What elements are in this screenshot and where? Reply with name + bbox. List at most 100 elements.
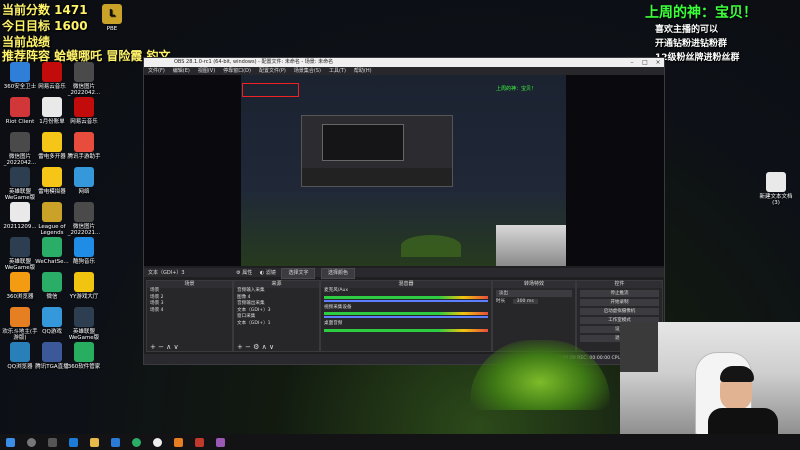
taskview-icon[interactable] — [48, 437, 57, 447]
document-icon — [10, 202, 30, 222]
transition-duration[interactable]: 时长 300 ms — [493, 299, 575, 306]
store-icon[interactable] — [111, 437, 120, 447]
maximize-icon[interactable]: □ — [639, 58, 651, 67]
folder-icon[interactable] — [90, 437, 99, 447]
nested-obs-window — [301, 115, 453, 187]
source-item[interactable]: 文本（GDI+）1 — [234, 321, 319, 328]
wechat-icon — [42, 272, 62, 292]
menu-profile[interactable]: 配置文件(P) — [259, 67, 286, 75]
desktop-icon[interactable]: 微信图片_2022021... — [64, 202, 104, 236]
music-icon[interactable] — [216, 437, 225, 447]
fan-line-2: 开通钻粉进钻粉群 — [655, 39, 728, 49]
desktop-icon-label: 网络 — [78, 189, 90, 195]
lol-icon — [10, 167, 30, 187]
thunder-icon — [42, 167, 62, 187]
monitor-edge — [620, 322, 658, 372]
qq-icon — [42, 307, 62, 327]
properties-button[interactable]: 属性 — [242, 270, 252, 276]
preview-canvas: 上周的神：宝贝！ — [241, 75, 566, 266]
game-icon — [74, 132, 94, 152]
menu-edit[interactable]: 编辑(E) — [173, 67, 190, 75]
desktop-icon[interactable]: 新建文本文档(3) — [756, 172, 796, 206]
desktop-icon-label: 英雄联盟WeGame版 — [68, 329, 100, 341]
scene-toolbar[interactable]: + − ∧ ∨ — [147, 343, 179, 351]
document-icon — [42, 97, 62, 117]
desktop-icon-label: Riot Client — [5, 119, 35, 125]
desktop-icon[interactable]: 网络 — [64, 167, 104, 195]
obs-preview[interactable]: 上周的神：宝贝！ — [144, 75, 664, 266]
audio-mixer-dock: 混音器 麦克风/Aux 视频采集设备 桌面音频 — [320, 280, 492, 352]
select-color-button[interactable]: 选择颜色 — [321, 268, 356, 279]
obs-icon[interactable] — [153, 437, 162, 447]
desktop-icon-label: 雷电模拟器 — [38, 189, 66, 195]
filter-icon[interactable]: ◐ — [260, 270, 264, 276]
edge-icon[interactable] — [69, 437, 78, 447]
desktop-icon-pbe[interactable]: L PBE — [92, 4, 132, 32]
context-source-name: 文本（GDI+）3 — [148, 270, 185, 276]
nested-docks — [302, 168, 452, 186]
transition-select[interactable]: 淡出 — [496, 290, 572, 297]
volume-meter — [324, 328, 488, 332]
menu-docks[interactable]: 停靠窗口(D) — [223, 67, 251, 75]
cards-icon — [10, 307, 30, 327]
desktop-icon[interactable]: 英雄联盟WeGame版 — [64, 307, 104, 341]
nested-god-title: 上周的神：宝贝！ — [496, 86, 537, 92]
obs-window[interactable]: OBS 28.1.0-rc1 (64-bit, windows) - 配置文件:… — [143, 57, 665, 365]
lol-icon — [10, 237, 30, 257]
mixer-channel-name: 麦克风/Aux — [324, 288, 349, 293]
duration-value[interactable]: 300 ms — [512, 299, 538, 304]
riot-icon — [10, 97, 30, 117]
stop-streaming-button[interactable]: 停止推流 — [580, 290, 659, 297]
filters-button[interactable]: 滤镜 — [266, 270, 276, 276]
sources-dock: 来源 音频输入采集 图像 4 音频输出采集 文本（GDI+）3 窗口采集 文本（… — [233, 280, 320, 352]
obs-menubar: 文件(F) 编辑(E) 视图(V) 停靠窗口(D) 配置文件(P) 场景集合(S… — [144, 67, 664, 75]
scene-item[interactable]: 场景 4 — [147, 308, 232, 315]
game-icon[interactable] — [174, 437, 183, 447]
desktop-icon-label: 腾讯手游助手 — [67, 154, 101, 160]
ppt-icon[interactable] — [195, 437, 204, 447]
wechat-icon[interactable] — [132, 437, 141, 447]
desktop-icon-label: YY游戏大厅 — [69, 294, 99, 300]
desktop-icon[interactable]: 网易云音乐 — [64, 97, 104, 125]
score-text: 当前分数 1471 — [2, 3, 88, 17]
menu-tools[interactable]: 工具(T) — [329, 67, 346, 75]
desktop-icon-label: 微信 — [46, 294, 58, 300]
desktop-icon-label: 360软件管家 — [67, 364, 101, 370]
search-icon[interactable] — [27, 437, 36, 447]
menu-help[interactable]: 帮助(H) — [354, 67, 372, 75]
desktop-icon[interactable]: 微信图片_2022042... — [64, 62, 104, 96]
volume-meter — [324, 312, 488, 315]
desktop-icon-label: 网易云音乐 — [70, 119, 98, 125]
menu-scene-collection[interactable]: 场景集合(S) — [294, 67, 321, 75]
desktop-icon-label: 1月份账单 — [39, 119, 65, 125]
controls-dock-title: 控件 — [577, 281, 662, 288]
sources-dock-title: 来源 — [234, 281, 319, 288]
nested-desktop-icons — [243, 77, 298, 227]
menu-file[interactable]: 文件(F) — [148, 67, 165, 75]
desktop-icon[interactable]: 酷狗音乐 — [64, 237, 104, 265]
desktop-icon[interactable]: 腾讯手游助手 — [64, 132, 104, 160]
desktop-icon-label: 雷电多开器 — [38, 154, 66, 160]
software-icon — [74, 342, 94, 362]
duration-label: 时长 — [496, 299, 506, 304]
minimize-icon[interactable]: – — [626, 58, 638, 67]
gear-icon[interactable]: ⚙ — [236, 270, 240, 276]
volume-slider[interactable] — [324, 299, 488, 302]
music-icon — [74, 97, 94, 117]
select-text-button[interactable]: 选择文字 — [281, 268, 316, 279]
close-icon[interactable]: × — [652, 58, 664, 67]
menu-view[interactable]: 视图(V) — [198, 67, 215, 75]
lol-icon — [74, 307, 94, 327]
network-icon — [74, 167, 94, 187]
start-recording-button[interactable]: 开始录制 — [580, 299, 659, 306]
desktop-icon[interactable]: YY游戏大厅 — [64, 272, 104, 300]
desktop-icon-label: 360浏览器 — [6, 294, 34, 300]
tent-glow — [401, 235, 461, 257]
volume-slider[interactable] — [324, 316, 488, 318]
desktop-icon[interactable]: 360软件管家 — [64, 342, 104, 370]
selection-box — [242, 83, 299, 97]
start-icon[interactable] — [6, 437, 15, 447]
obs-titlebar[interactable]: OBS 28.1.0-rc1 (64-bit, windows) - 配置文件:… — [144, 58, 664, 67]
virtual-camera-button[interactable]: 启动虚拟摄像机 — [580, 308, 659, 315]
source-toolbar[interactable]: + − ⚙ ∧ ∨ — [234, 343, 274, 351]
